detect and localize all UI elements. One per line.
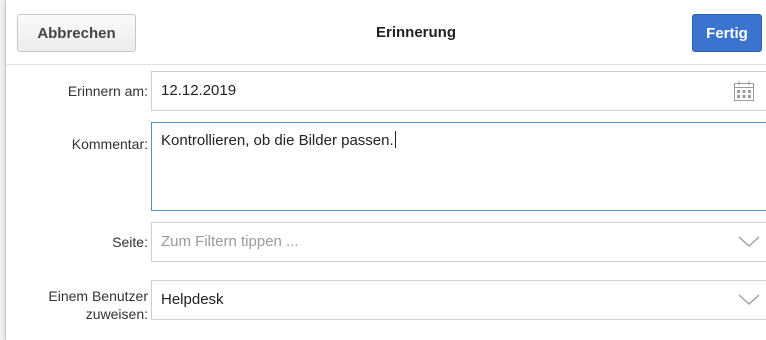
- assign-user-select[interactable]: Helpdesk: [151, 280, 766, 320]
- page-select[interactable]: Zum Filtern tippen ...: [151, 222, 766, 262]
- dialog-header: Abbrechen Erinnerung Fertig: [6, 0, 766, 65]
- text-cursor: [394, 131, 396, 148]
- remind-on-date-field[interactable]: 12.12.2019: [151, 71, 766, 111]
- dialog-title: Erinnerung: [375, 24, 456, 41]
- cancel-button[interactable]: Abbrechen: [17, 14, 136, 52]
- reminder-dialog: Abbrechen Erinnerung Fertig Erinnern am:…: [5, 0, 766, 340]
- chevron-down-icon[interactable]: [738, 294, 760, 306]
- assign-user-value: Helpdesk: [161, 291, 224, 308]
- remind-on-label: Erinnern am:: [67, 83, 148, 99]
- calendar-icon[interactable]: [733, 80, 755, 102]
- assign-user-label: Einem Benutzer zuweisen:: [48, 287, 148, 323]
- remind-on-value: 12.12.2019: [161, 82, 237, 99]
- page-label: Seite:: [112, 234, 148, 250]
- comment-textarea[interactable]: Kontrollieren, ob die Bilder passen.: [151, 122, 766, 211]
- comment-text: Kontrollieren, ob die Bilder passen.: [161, 131, 396, 149]
- page-placeholder: Zum Filtern tippen ...: [161, 233, 299, 250]
- done-button[interactable]: Fertig: [692, 14, 762, 52]
- comment-label: Kommentar:: [71, 136, 148, 152]
- chevron-down-icon[interactable]: [738, 236, 760, 248]
- assign-user-label-line2: zuweisen:: [85, 306, 148, 322]
- assign-user-label-line1: Einem Benutzer: [48, 288, 148, 304]
